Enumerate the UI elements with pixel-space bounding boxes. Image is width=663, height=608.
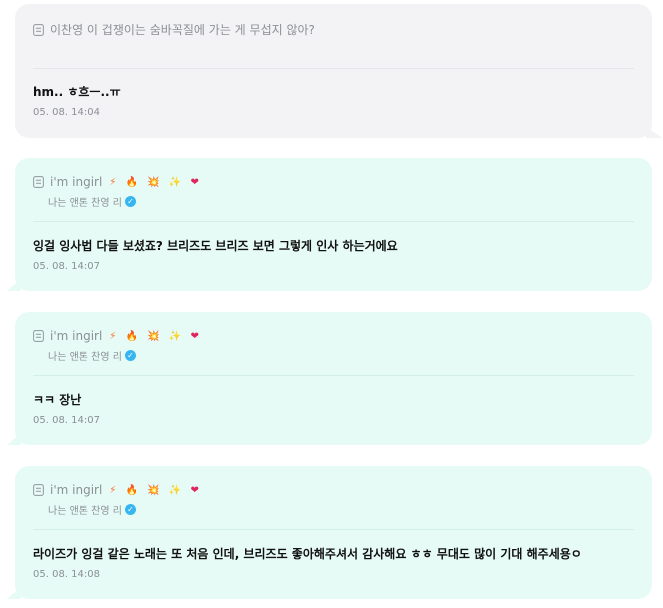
emoji-group: ⚡ 🔥 💥 ✨ ❤	[109, 331, 202, 342]
collision-icon: 💥	[147, 484, 163, 496]
collision-icon: 💥	[147, 330, 163, 342]
divider	[33, 221, 634, 222]
message-text: 라이즈가 잉걸 같은 노래는 또 처음 인데, 브리즈도 좋아해주셔서 감사해요…	[33, 547, 582, 561]
memo-icon	[33, 176, 44, 188]
heart-icon: ❤	[190, 176, 202, 188]
author-name: i'm ingirl	[50, 483, 103, 497]
reply-bubble: i'm ingirl ⚡ 🔥 💥 ✨ ❤ 나는 앤톤 찬영 리 ✓ 라이즈가 잉…	[7, 466, 652, 599]
message-text: 잉걸 잉사법 다들 보셨죠? 브리즈도 브리즈 보면 그렇게 인사 하는거에요	[33, 239, 398, 253]
lightning-icon: ⚡	[109, 484, 120, 496]
verified-check-icon: ✓	[124, 350, 136, 361]
author-subtitle: 나는 앤톤 찬영 리	[48, 506, 122, 517]
emoji-group: ⚡ 🔥 💥 ✨ ❤	[109, 177, 202, 188]
author-row: i'm ingirl ⚡ 🔥 💥 ✨ ❤	[33, 175, 202, 189]
author-subtitle-row: 나는 앤톤 찬영 리 ✓	[48, 194, 136, 209]
sparkles-icon: ✨	[168, 484, 185, 496]
memo-icon	[33, 484, 44, 496]
verified-check-icon: ✓	[124, 196, 136, 207]
question-row: 이찬영 이 겁쟁이는 숨바꼭질에 가는 게 무섭지 않아?	[33, 21, 315, 38]
message-time: 05. 08. 14:04	[33, 107, 100, 118]
heart-icon: ❤	[190, 484, 202, 496]
collision-icon: 💥	[147, 176, 163, 188]
message-text: ㅋㅋ 장난	[33, 393, 82, 407]
heart-icon: ❤	[190, 330, 202, 342]
author-row: i'm ingirl ⚡ 🔥 💥 ✨ ❤	[33, 329, 202, 343]
fire-icon: 🔥	[125, 330, 141, 342]
message-feed: 이찬영 이 겁쟁이는 숨바꼭질에 가는 게 무섭지 않아? hm.. ㅎ흐ㅡ..…	[0, 0, 663, 608]
sparkles-icon: ✨	[168, 330, 185, 342]
reply-bubble: i'm ingirl ⚡ 🔥 💥 ✨ ❤ 나는 앤톤 찬영 리 ✓ ㅋㅋ 장난 …	[7, 312, 652, 445]
author-subtitle-row: 나는 앤톤 찬영 리 ✓	[48, 502, 136, 517]
fire-icon: 🔥	[125, 176, 141, 188]
divider	[33, 375, 634, 376]
question-bubble: 이찬영 이 겁쟁이는 숨바꼭질에 가는 게 무섭지 않아? hm.. ㅎ흐ㅡ..…	[15, 4, 662, 138]
fire-icon: 🔥	[125, 484, 141, 496]
divider	[33, 68, 634, 69]
author-row: i'm ingirl ⚡ 🔥 💥 ✨ ❤	[33, 483, 202, 497]
divider	[33, 529, 634, 530]
lightning-icon: ⚡	[109, 330, 120, 342]
author-subtitle: 나는 앤톤 찬영 리	[48, 352, 122, 363]
memo-icon	[33, 23, 44, 36]
message-text: hm.. ㅎ흐ㅡ..ㅠ	[33, 85, 121, 99]
lightning-icon: ⚡	[109, 176, 120, 188]
reply-bubble: i'm ingirl ⚡ 🔥 💥 ✨ ❤ 나는 앤톤 찬영 리 ✓ 잉걸 잉사법…	[7, 158, 652, 291]
memo-icon	[33, 330, 44, 342]
author-subtitle-row: 나는 앤톤 찬영 리 ✓	[48, 348, 136, 363]
sparkles-icon: ✨	[168, 176, 185, 188]
author-name: i'm ingirl	[50, 329, 103, 343]
message-time: 05. 08. 14:07	[33, 415, 100, 426]
emoji-group: ⚡ 🔥 💥 ✨ ❤	[109, 485, 202, 496]
message-time: 05. 08. 14:07	[33, 261, 100, 272]
question-text: 이찬영 이 겁쟁이는 숨바꼭질에 가는 게 무섭지 않아?	[50, 23, 315, 37]
author-name: i'm ingirl	[50, 175, 103, 189]
message-time: 05. 08. 14:08	[33, 569, 100, 580]
verified-check-icon: ✓	[124, 504, 136, 515]
author-subtitle: 나는 앤톤 찬영 리	[48, 198, 122, 209]
